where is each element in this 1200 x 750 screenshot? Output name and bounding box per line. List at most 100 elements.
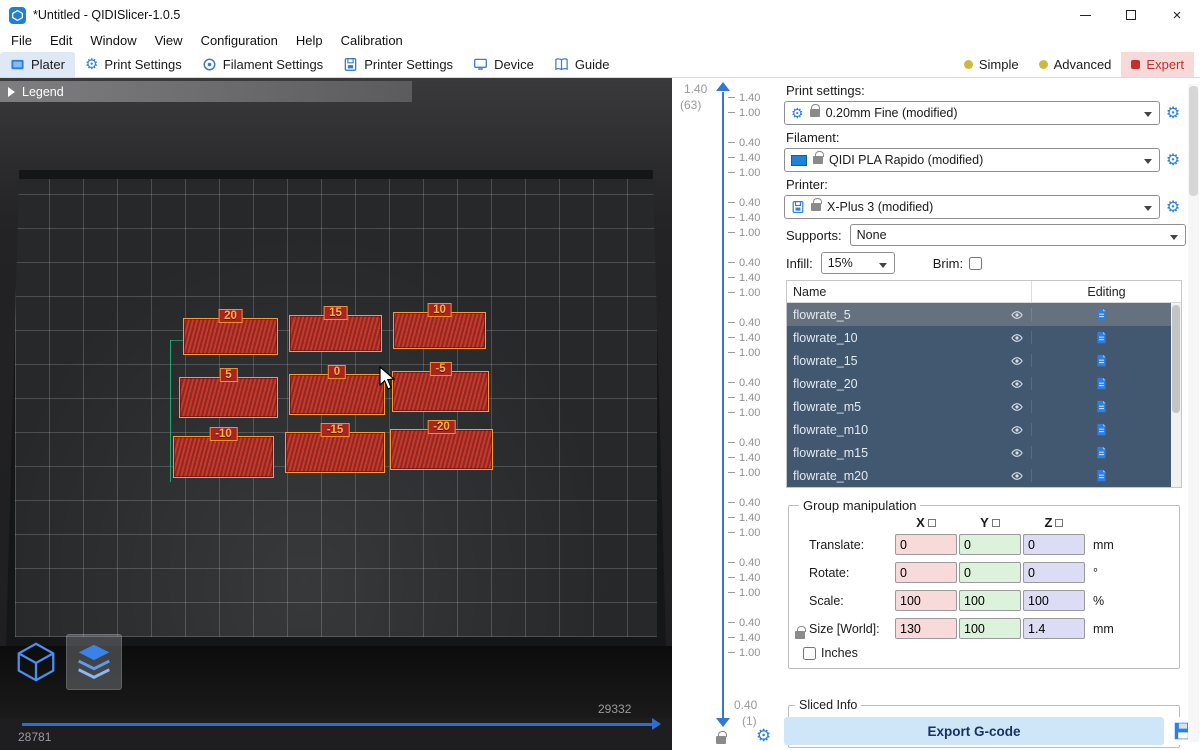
manip-input-y[interactable]	[959, 534, 1021, 555]
menu-item[interactable]: Edit	[41, 30, 81, 52]
object-row[interactable]: flowrate_15	[787, 349, 1171, 372]
manip-input-x[interactable]	[895, 618, 957, 639]
sidebar-scrollbar[interactable]	[1188, 84, 1199, 742]
maximize-button[interactable]	[1108, 0, 1154, 30]
manip-input-x[interactable]	[895, 534, 957, 555]
object-edit-icon[interactable]	[1031, 400, 1171, 413]
minimize-button[interactable]	[1062, 0, 1108, 30]
model-object[interactable]: 0	[289, 374, 385, 415]
menu-item[interactable]: Help	[287, 30, 332, 52]
manip-input-z[interactable]	[1023, 562, 1085, 583]
model-object[interactable]: 10	[393, 312, 486, 349]
object-edit-icon[interactable]	[1031, 423, 1171, 436]
object-row[interactable]: flowrate_10	[787, 326, 1171, 349]
visibility-eye-icon[interactable]	[1003, 469, 1031, 483]
manip-input-y[interactable]	[959, 618, 1021, 639]
manip-input-z[interactable]	[1023, 618, 1085, 639]
model-object[interactable]: -15	[285, 432, 385, 473]
menu-item[interactable]: View	[146, 30, 192, 52]
infill-select[interactable]: 15%	[821, 252, 895, 274]
menu-item[interactable]: Calibration	[332, 30, 412, 52]
visibility-eye-icon[interactable]	[1003, 354, 1031, 368]
visibility-eye-icon[interactable]	[1003, 308, 1031, 322]
object-label: -20	[427, 420, 456, 434]
visibility-eye-icon[interactable]	[1003, 446, 1031, 460]
object-edit-icon[interactable]	[1031, 331, 1171, 344]
manip-input-z[interactable]	[1023, 534, 1085, 555]
print-settings-edit-gear[interactable]: ⚙	[1162, 103, 1184, 123]
tab-guide[interactable]: Guide	[544, 52, 620, 77]
layer-gear-icon[interactable]: ⚙	[756, 726, 771, 746]
model-object[interactable]: -20	[390, 429, 493, 470]
tick-label: 1.00	[739, 347, 760, 359]
menu-item[interactable]: Configuration	[192, 30, 287, 52]
uniform-scale-lock-icon[interactable]	[795, 631, 805, 639]
mode-expert[interactable]: Expert	[1121, 52, 1194, 77]
manip-input-z[interactable]	[1023, 590, 1085, 611]
horizontal-slider[interactable]	[22, 723, 654, 726]
manip-input-y[interactable]	[959, 590, 1021, 611]
object-row[interactable]: flowrate_20	[787, 372, 1171, 395]
visibility-eye-icon[interactable]	[1003, 400, 1031, 414]
viewport-3d[interactable]: 20 15 10 5 0 -5 -10 -15 -20 Legend 29332…	[0, 78, 672, 750]
menu-item[interactable]: File	[2, 30, 41, 52]
tab-device[interactable]: Device	[463, 52, 544, 77]
plater-icon	[10, 57, 25, 72]
model-object[interactable]: 5	[179, 377, 278, 418]
manip-input-x[interactable]	[895, 562, 957, 583]
visibility-eye-icon[interactable]	[1003, 331, 1031, 345]
scrollbar-thumb[interactable]	[1172, 305, 1180, 413]
layer-slider-bottom-handle[interactable]	[716, 718, 730, 727]
visibility-eye-icon[interactable]	[1003, 423, 1031, 437]
object-edit-icon[interactable]	[1031, 469, 1171, 482]
layer-lock-icon[interactable]	[716, 736, 726, 744]
filament-select[interactable]: QIDI PLA Rapido (modified)	[784, 148, 1160, 172]
brim-checkbox[interactable]	[969, 257, 982, 270]
object-edit-icon[interactable]	[1031, 308, 1171, 321]
object-edit-icon[interactable]	[1031, 354, 1171, 367]
scrollbar-thumb[interactable]	[1189, 86, 1198, 196]
printer-select[interactable]: X-Plus 3 (modified)	[784, 195, 1160, 219]
manip-input-x[interactable]	[895, 590, 957, 611]
export-gcode-button[interactable]: Export G-code	[784, 717, 1164, 745]
supports-select[interactable]: None	[850, 224, 1186, 246]
view-layers-button[interactable]	[66, 634, 122, 690]
preset-gear-icon: ⚙	[791, 106, 804, 120]
object-row[interactable]: flowrate_m15	[787, 441, 1171, 464]
object-row[interactable]: flowrate_m20	[787, 464, 1171, 487]
model-object[interactable]: 20	[183, 318, 278, 355]
view-3d-button[interactable]	[8, 634, 64, 690]
model-object[interactable]: -10	[173, 436, 274, 478]
legend-header[interactable]: Legend	[0, 81, 412, 102]
object-edit-icon[interactable]	[1031, 446, 1171, 459]
tick-dash	[728, 532, 735, 533]
print-settings-select[interactable]: ⚙ 0.20mm Fine (modified)	[784, 101, 1160, 125]
layer-slider-track[interactable]	[722, 92, 724, 720]
horizontal-slider-handle[interactable]	[652, 718, 661, 730]
mode-advanced[interactable]: Advanced	[1029, 52, 1122, 77]
manip-input-y[interactable]	[959, 562, 1021, 583]
tab-plater[interactable]: Plater	[0, 52, 75, 77]
object-row[interactable]: flowrate_m5	[787, 395, 1171, 418]
model-object[interactable]: 15	[289, 315, 382, 352]
tab-filament-settings[interactable]: Filament Settings	[192, 52, 333, 77]
object-edit-icon[interactable]	[1031, 377, 1171, 390]
inches-checkbox[interactable]	[803, 647, 816, 660]
tick-label: 1.00	[739, 107, 760, 119]
mode-simple[interactable]: Simple	[954, 52, 1029, 77]
menu-item[interactable]: Window	[81, 30, 145, 52]
tab-print-settings[interactable]: ⚙ Print Settings	[75, 52, 192, 77]
object-row[interactable]: flowrate_m10	[787, 418, 1171, 441]
group-manipulation-title: Group manipulation	[799, 498, 920, 513]
close-button[interactable]: ×	[1154, 0, 1200, 30]
printer-edit-gear[interactable]: ⚙	[1162, 197, 1184, 217]
model-object[interactable]: -5	[392, 371, 489, 412]
object-label: -10	[209, 427, 238, 441]
legend-expand-icon	[8, 87, 15, 97]
visibility-eye-icon[interactable]	[1003, 377, 1031, 391]
tab-printer-settings[interactable]: Printer Settings	[333, 52, 463, 77]
filament-edit-gear[interactable]: ⚙	[1162, 150, 1184, 170]
tick-dash	[728, 457, 735, 458]
object-list-scrollbar[interactable]	[1171, 303, 1181, 487]
object-row[interactable]: flowrate_5	[787, 303, 1171, 326]
